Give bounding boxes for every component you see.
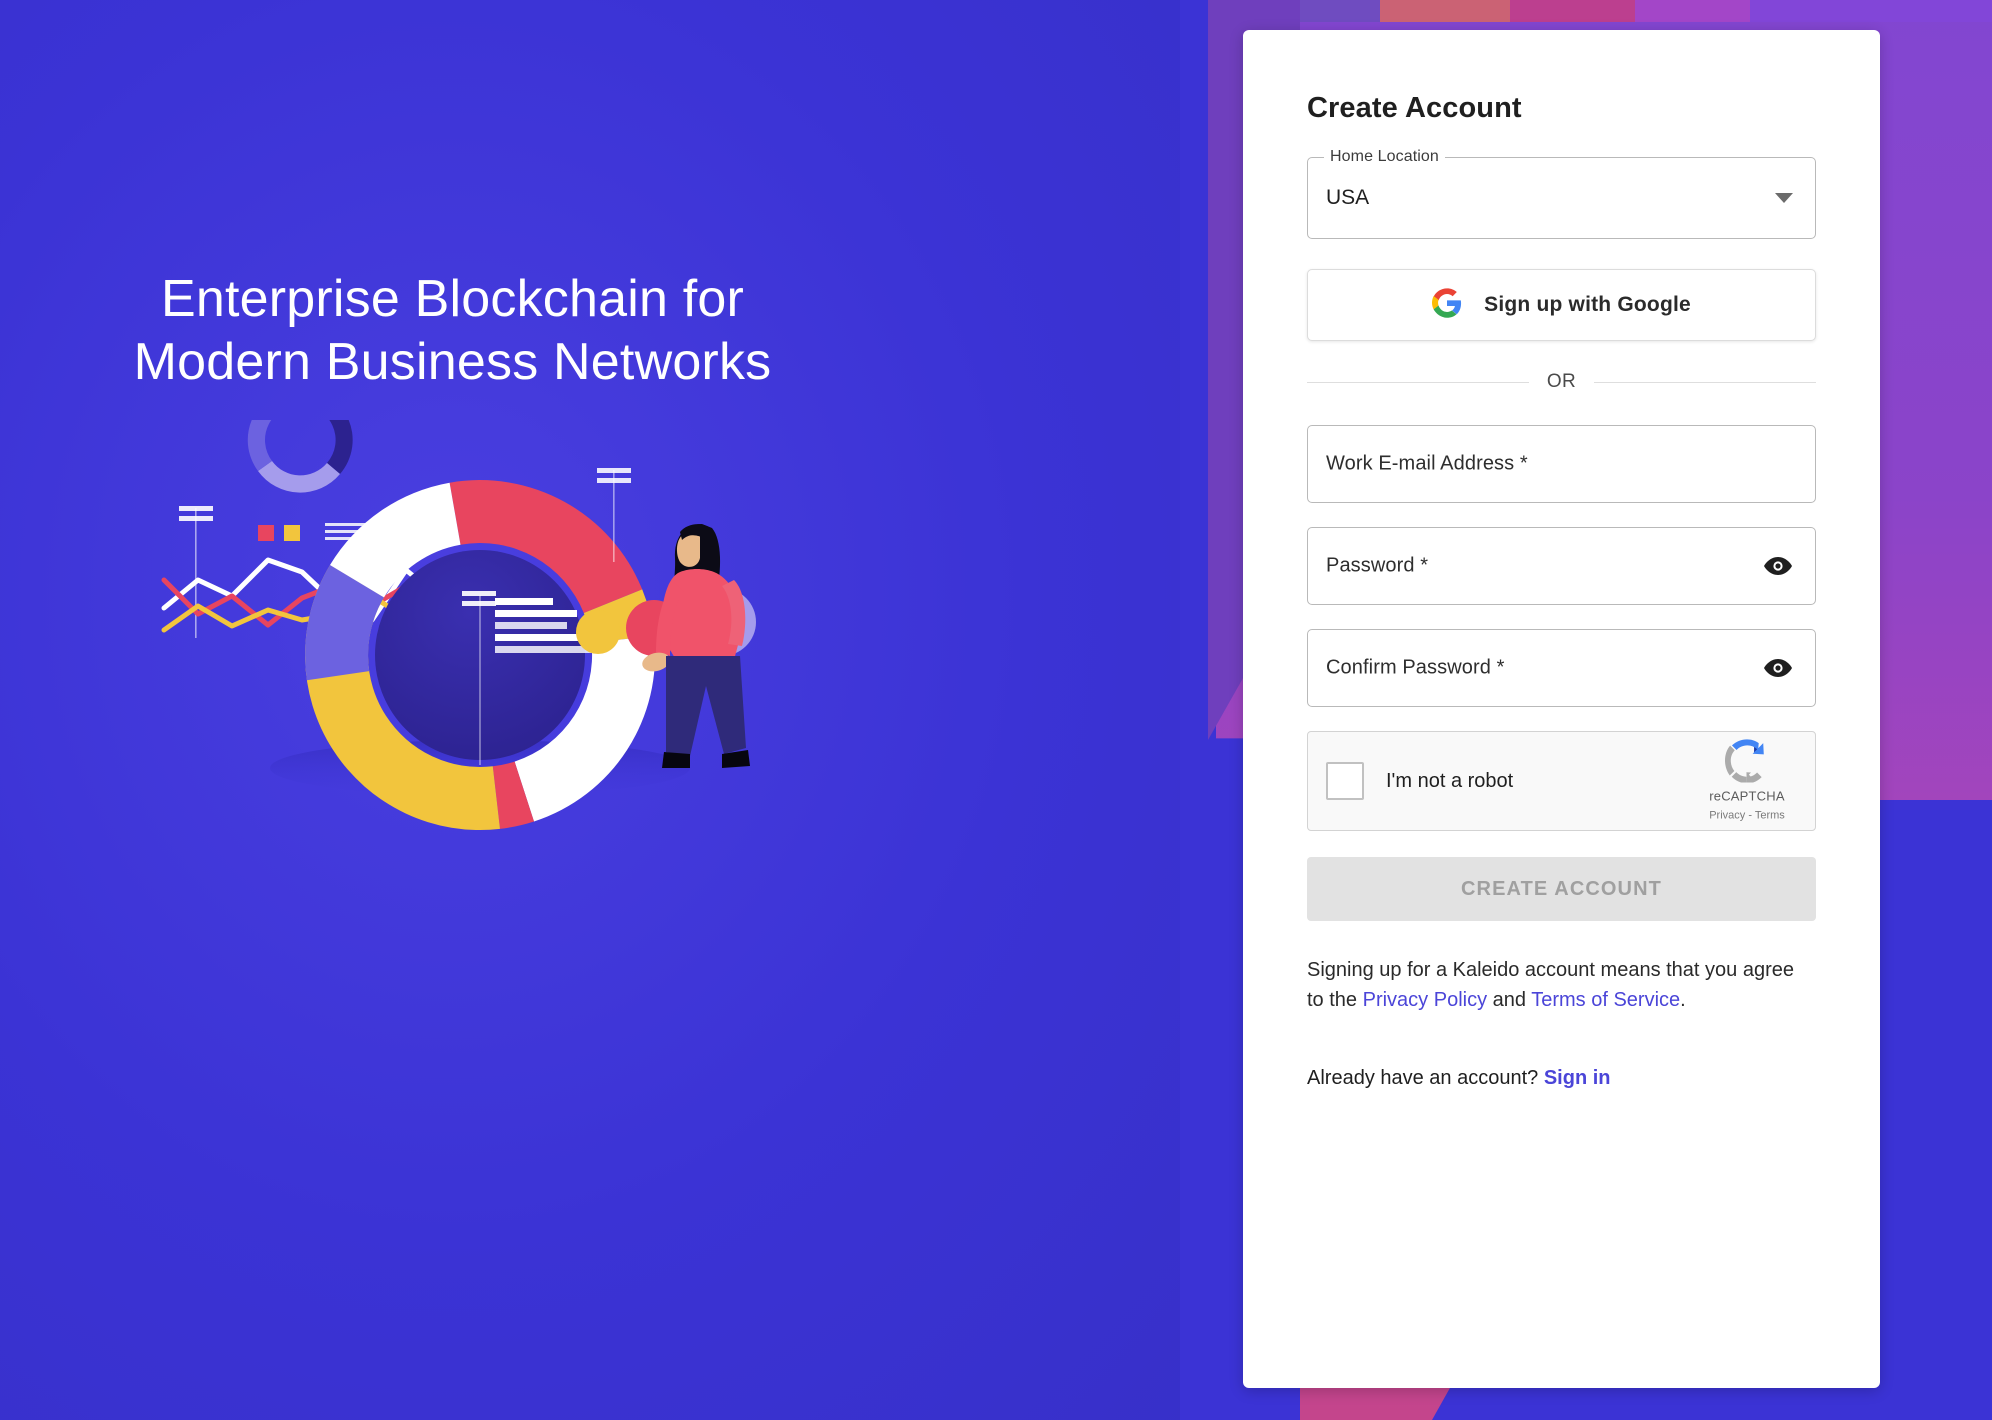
home-location-value: USA: [1326, 186, 1370, 209]
google-g-icon: [1432, 287, 1462, 323]
recaptcha-label: I'm not a robot: [1386, 769, 1514, 792]
recaptcha-legal-links[interactable]: Privacy - Terms: [1709, 810, 1785, 822]
main-donut-chart: [305, 480, 656, 831]
recaptcha-separator: -: [1748, 809, 1752, 822]
page-title: Enterprise Blockchain for Modern Busines…: [0, 268, 905, 395]
work-email-placeholder: Work E-mail Address *: [1326, 452, 1528, 475]
password-field[interactable]: Password *: [1307, 527, 1816, 605]
confirm-password-field[interactable]: Confirm Password *: [1307, 629, 1816, 707]
recaptcha-branding: reCAPTCHA Privacy - Terms: [1695, 739, 1799, 824]
recaptcha-checkbox[interactable]: [1326, 762, 1364, 800]
small-donut-chart: [247, 420, 353, 493]
legal-part-3: .: [1680, 989, 1686, 1011]
signin-prompt-text: Already have an account?: [1307, 1067, 1539, 1089]
confirm-password-placeholder: Confirm Password *: [1326, 656, 1505, 679]
privacy-policy-link[interactable]: Privacy Policy: [1363, 989, 1487, 1011]
data-visualization-illustration: [150, 420, 910, 1020]
chevron-down-icon[interactable]: [1775, 193, 1793, 203]
recaptcha-terms-link[interactable]: Terms: [1755, 810, 1785, 822]
signup-card: Create Account Home Location USA Sign up…: [1243, 30, 1880, 1388]
terms-of-service-link[interactable]: Terms of Service: [1531, 989, 1680, 1011]
create-account-button[interactable]: CREATE ACCOUNT: [1307, 857, 1816, 921]
divider-line-left: [1307, 381, 1529, 383]
top-color-band: [1180, 0, 1992, 22]
divider-label: OR: [1546, 371, 1577, 392]
card-title: Create Account: [1307, 92, 1522, 124]
recaptcha-privacy-link[interactable]: Privacy: [1709, 810, 1745, 822]
google-button-label: Sign up with Google: [1484, 293, 1691, 316]
headline-line-2: Modern Business Networks: [133, 333, 772, 392]
home-location-label: Home Location: [1324, 148, 1445, 166]
signup-page: Enterprise Blockchain for Modern Busines…: [0, 0, 1992, 1420]
legend-swatches: [258, 525, 300, 541]
recaptcha-widget[interactable]: I'm not a robot reCAPTCHA Privacy - Term…: [1307, 731, 1816, 831]
signin-link[interactable]: Sign in: [1544, 1067, 1611, 1089]
legal-part-2: and: [1487, 989, 1532, 1011]
hero-panel: Enterprise Blockchain for Modern Busines…: [0, 0, 1190, 1420]
headline-line-1: Enterprise Blockchain for: [160, 270, 745, 328]
home-location-select[interactable]: Home Location USA: [1307, 148, 1816, 239]
divider-line-right: [1594, 381, 1816, 383]
work-email-field[interactable]: Work E-mail Address *: [1307, 425, 1816, 503]
recaptcha-icon: [1725, 739, 1769, 787]
signup-with-google-button[interactable]: Sign up with Google: [1307, 269, 1816, 341]
legal-text: Signing up for a Kaleido account means t…: [1307, 955, 1816, 1015]
recaptcha-brand-name: reCAPTCHA: [1709, 788, 1785, 804]
person-illustration: [642, 524, 750, 768]
show-password-eye-icon[interactable]: [1763, 555, 1793, 577]
show-confirm-password-eye-icon[interactable]: [1763, 657, 1793, 679]
password-placeholder: Password *: [1326, 554, 1429, 577]
signin-prompt: Already have an account? Sign in: [1307, 1067, 1816, 1090]
or-divider: OR: [1307, 371, 1816, 393]
